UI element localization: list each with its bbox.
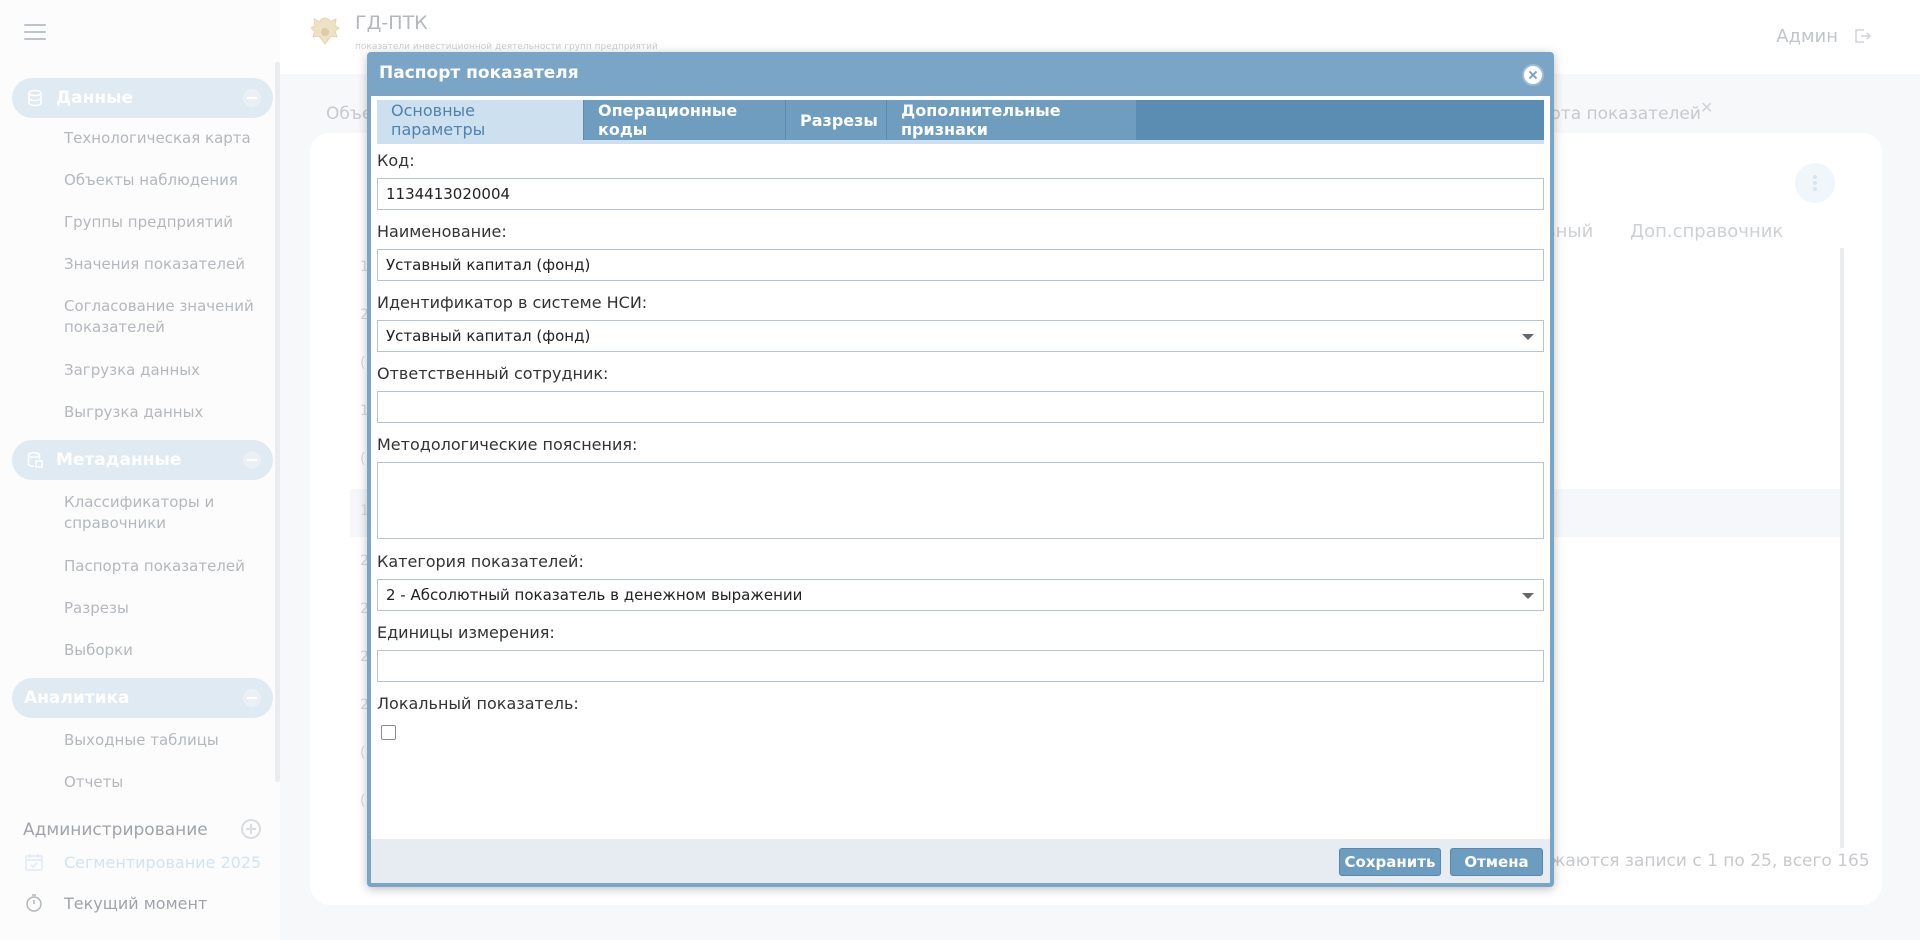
dialog-title: Паспорт показателя [379,63,579,83]
cancel-button[interactable]: Отмена [1450,848,1543,876]
tab-sections[interactable]: Разрезы [786,100,887,140]
dialog-body: Основные параметры Операционные коды Раз… [371,96,1550,883]
indicator-passport-dialog: Паспорт показателя Основные параметры Оп… [367,52,1554,887]
name-label: Наименование: [377,222,507,241]
code-label: Код: [377,151,415,170]
nsi-id-select[interactable]: Уставный капитал (фонд) [377,320,1544,352]
local-indicator-checkbox[interactable] [381,725,396,740]
code-field[interactable] [377,178,1544,210]
dialog-tabs: Основные параметры Операционные коды Раз… [377,100,1544,140]
methodology-label: Методологические пояснения: [377,435,638,454]
local-indicator-label: Локальный показатель: [377,694,579,713]
nsi-id-value: Уставный капитал (фонд) [386,327,591,345]
tab-main-parameters[interactable]: Основные параметры [377,100,584,140]
category-select[interactable]: 2 - Абсолютный показатель в денежном выр… [377,579,1544,611]
category-value: 2 - Абсолютный показатель в денежном выр… [386,586,803,604]
units-label: Единицы измерения: [377,623,555,642]
methodology-textarea[interactable] [377,462,1544,539]
close-icon[interactable] [1522,64,1544,86]
tab-additional-attributes[interactable]: Дополнительные признаки [887,100,1137,140]
units-field[interactable] [377,650,1544,682]
tab-underline [377,140,1544,144]
category-label: Категория показателей: [377,552,584,571]
chevron-down-icon[interactable] [1522,334,1534,340]
name-field[interactable] [377,249,1544,281]
tab-operational-codes[interactable]: Операционные коды [584,100,786,140]
save-button[interactable]: Сохранить [1339,848,1441,876]
responsible-field[interactable] [377,391,1544,423]
responsible-label: Ответственный сотрудник: [377,364,609,383]
dialog-footer: Сохранить Отмена [371,839,1550,883]
nsi-id-label: Идентификатор в системе НСИ: [377,293,648,312]
chevron-down-icon[interactable] [1522,593,1534,599]
